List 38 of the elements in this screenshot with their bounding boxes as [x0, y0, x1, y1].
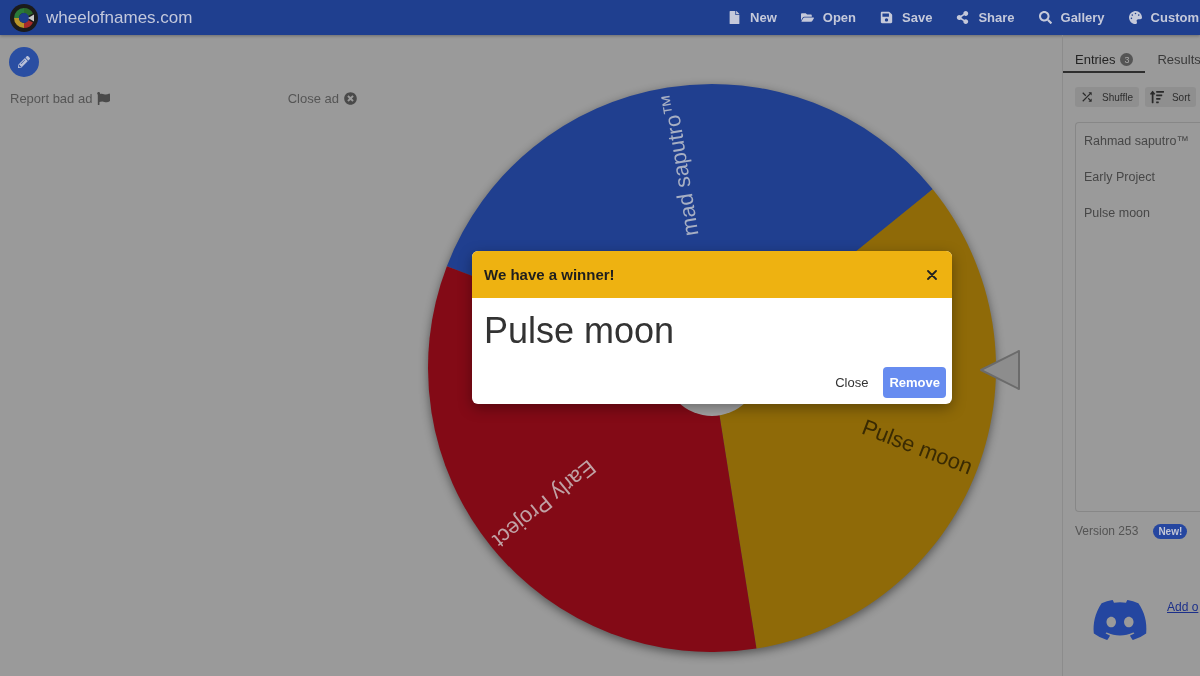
open-button[interactable]: Open — [800, 10, 856, 25]
close-text-button[interactable]: Close — [829, 367, 875, 398]
share-button[interactable]: Share — [956, 10, 1015, 25]
add-link[interactable]: Add o — [1167, 600, 1199, 614]
wheel-label: mad saputro™ — [656, 91, 704, 238]
sort-button[interactable]: Sort — [1144, 87, 1197, 107]
version-text: Version 253 — [1075, 524, 1139, 538]
wheel-label: Pulse moon — [858, 414, 976, 480]
entry-text: Early Project — [1084, 169, 1156, 186]
customize-button[interactable]: Custom — [1128, 10, 1199, 25]
flag-icon — [97, 92, 111, 105]
file-icon — [728, 11, 742, 24]
new-badge: New! — [1153, 523, 1188, 539]
save-button[interactable]: Save — [880, 10, 933, 25]
edit-button[interactable] — [9, 47, 39, 77]
entries-field[interactable]: Rahmad saputro™ Early Project Pulse moon — [1075, 122, 1200, 512]
sidebar-tab[interactable]: Entries 3 — [1063, 48, 1146, 73]
site-title: wheelofnames.com — [46, 7, 193, 28]
share-icon — [956, 11, 970, 24]
close-icon — [927, 269, 937, 280]
palette-icon — [1128, 11, 1142, 24]
sidebar-tab[interactable]: Results — [1145, 48, 1200, 73]
pointer-icon — [980, 350, 1020, 390]
remove-button[interactable]: Remove — [883, 367, 946, 398]
pencil-icon — [18, 56, 30, 68]
gallery-button[interactable]: Gallery — [1038, 10, 1105, 25]
wheel-logo-icon — [10, 3, 38, 32]
sort-icon — [1149, 90, 1164, 104]
shuffle-icon — [1080, 90, 1094, 104]
winner-name: Pulse moon — [483, 309, 675, 352]
entry-text: Pulse moon — [1084, 205, 1151, 222]
dialog-title: We have a winner! — [484, 266, 615, 283]
entry-text: Rahmad saputro™ — [1084, 133, 1190, 150]
search-icon — [1038, 11, 1052, 24]
count-badge: 3 — [1120, 53, 1134, 66]
shuffle-button[interactable]: Shuffle — [1075, 87, 1139, 107]
folder-icon — [800, 11, 814, 24]
new-button[interactable]: New — [728, 10, 777, 25]
